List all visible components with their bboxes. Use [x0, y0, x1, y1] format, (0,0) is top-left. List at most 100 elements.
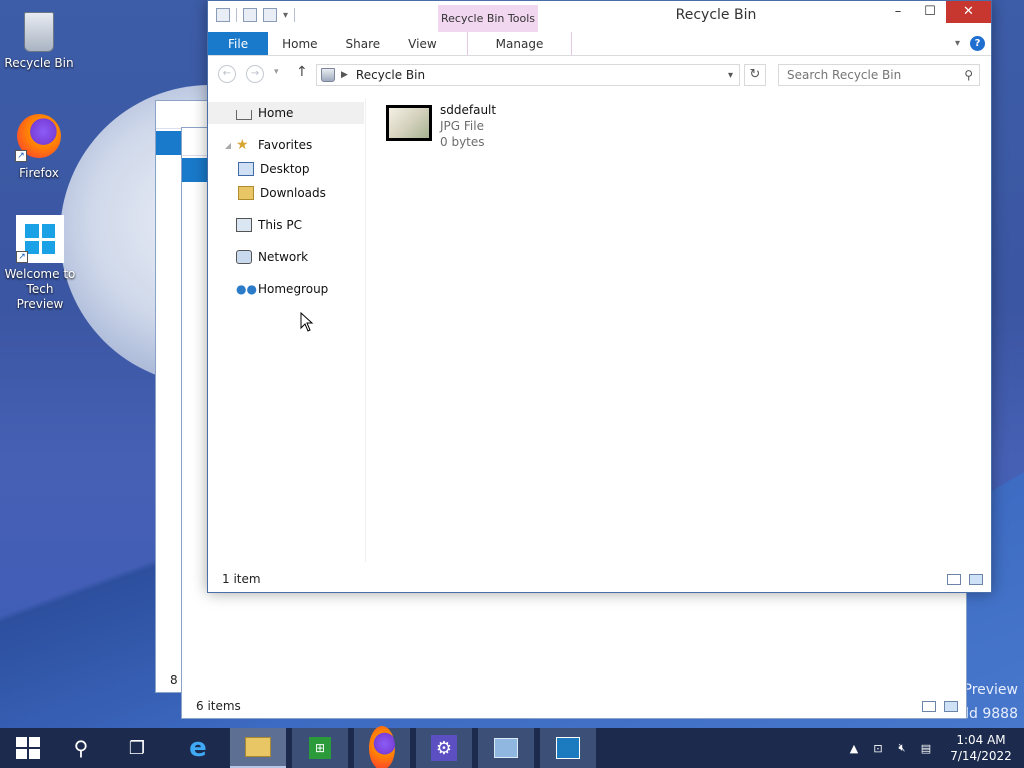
downloads-icon [238, 186, 254, 200]
taskbar-file-explorer[interactable] [230, 728, 286, 768]
nav-item-network[interactable]: Network [208, 246, 364, 268]
shortcut-arrow-icon: ↗ [15, 150, 27, 162]
action-center-icon[interactable]: ▤ [914, 742, 938, 755]
nav-item-home[interactable]: Home [208, 102, 364, 124]
taskbar: ⚲ ❐ e ⊞ ⚙ ▲ ⊡ 🔇︎ ▤ 1:04 AM 7/14/2022 [0, 726, 1024, 768]
volume-muted-icon[interactable]: 🔇︎ [890, 741, 914, 755]
status-text: 6 items [196, 699, 241, 713]
minimize-button[interactable]: – [882, 1, 914, 23]
nav-item-downloads[interactable]: Downloads [208, 182, 364, 204]
up-button[interactable]: ↑ [296, 64, 308, 80]
store-icon: ⊞ [309, 737, 331, 759]
explorer-window[interactable]: ▾ Recycle Bin Tools Recycle Bin – ☐ ✕ Fi… [207, 0, 992, 593]
window-title: Recycle Bin [675, 7, 757, 23]
address-field[interactable]: ▶ Recycle Bin ▾ [316, 64, 740, 86]
taskbar-internet-explorer[interactable]: e [170, 728, 226, 768]
item-count: 1 item [222, 572, 261, 586]
start-button[interactable] [0, 728, 56, 768]
desktop-icon-firefox[interactable]: ↗ Firefox [2, 114, 76, 181]
nav-item-desktop[interactable]: Desktop [208, 158, 364, 180]
tab-share[interactable]: Share [332, 32, 395, 55]
search-button[interactable]: ⚲ [53, 728, 109, 768]
task-view-icon: ❐ [128, 737, 146, 759]
desktop-icon-recycle-bin[interactable]: Recycle Bin [2, 8, 76, 71]
nav-item-homegroup[interactable]: ●● Homegroup [208, 278, 364, 300]
file-name: sddefault [440, 103, 497, 117]
star-icon: ★ [236, 137, 249, 153]
taskbar-store[interactable]: ⊞ [292, 728, 348, 768]
tab-view[interactable]: View [394, 32, 450, 55]
system-tray: ▲ ⊡ 🔇︎ ▤ 1:04 AM 7/14/2022 [842, 728, 1024, 768]
search-icon: ⚲ [73, 736, 89, 760]
clock[interactable]: 1:04 AM 7/14/2022 [938, 732, 1024, 764]
taskbar-firefox[interactable] [354, 726, 410, 768]
taskbar-control-panel[interactable] [478, 728, 534, 768]
nav-label: Network [258, 250, 309, 264]
tab-manage[interactable]: Manage [466, 32, 573, 55]
address-bar-row: ← → ▾ ↑ ▶ Recycle Bin ▾ ↻ ⚲ [208, 56, 991, 92]
network-icon [236, 250, 252, 264]
expand-ribbon-icon[interactable]: ▾ [955, 38, 960, 49]
tab-file[interactable]: File [208, 32, 269, 55]
show-hidden-icons-icon[interactable]: ▲ [842, 742, 866, 755]
search-icon[interactable]: ⚲ [964, 68, 973, 82]
clock-date: 7/14/2022 [950, 749, 1012, 763]
file-type: JPG File [440, 119, 484, 133]
nav-label: Homegroup [258, 282, 329, 296]
file-explorer-icon [245, 737, 271, 757]
breadcrumb-recycle-bin[interactable]: Recycle Bin [356, 68, 425, 82]
file-list: sddefault JPG File 0 bytes [386, 102, 496, 150]
nav-item-favorites[interactable]: ◢ ★ Favorites [208, 134, 364, 156]
forward-button[interactable]: → [246, 65, 264, 83]
home-icon [236, 109, 252, 120]
desktop-icon-welcome[interactable]: ↗ Welcome to Tech Preview [2, 215, 78, 312]
details-view-icon[interactable] [922, 701, 936, 712]
large-icons-view-icon[interactable] [969, 574, 983, 585]
details-view-icon[interactable] [947, 574, 961, 585]
ribbon-tabs: File Home Share View Manage ▾ ? [208, 32, 991, 56]
internet-explorer-icon: e [189, 733, 207, 763]
breadcrumb-chevron-icon[interactable]: ▶ [341, 70, 348, 80]
large-icons-view-icon[interactable] [944, 701, 958, 712]
nav-label: Downloads [260, 186, 326, 200]
computer-icon [236, 218, 252, 232]
nav-label: This PC [258, 218, 302, 232]
search-box[interactable]: ⚲ [778, 64, 980, 86]
windows-logo-icon: ↗ [16, 215, 64, 263]
nav-label: Desktop [260, 162, 310, 176]
help-icon[interactable]: ? [970, 36, 985, 51]
nav-label: Home [258, 106, 294, 120]
maximize-button[interactable]: ☐ [914, 1, 946, 23]
task-view-button[interactable]: ❐ [109, 728, 165, 768]
back-button[interactable]: ← [218, 65, 236, 83]
close-button[interactable]: ✕ [946, 1, 991, 23]
file-size: 0 bytes [440, 135, 485, 149]
recycle-bin-small-icon [321, 68, 335, 82]
refresh-button[interactable]: ↻ [744, 64, 766, 86]
recent-locations-icon[interactable]: ▾ [274, 67, 279, 77]
homegroup-icon: ●● [236, 282, 257, 296]
collapse-arrow-icon[interactable]: ◢ [222, 141, 234, 150]
recycle-bin-icon [24, 12, 54, 52]
navigation-pane: Home ◢ ★ Favorites Desktop Downloads Thi… [208, 98, 366, 562]
desktop-icon-label: Firefox [19, 166, 59, 180]
status-bar: 1 item [208, 568, 991, 592]
shortcut-arrow-icon: ↗ [16, 251, 28, 263]
settings-icon: ⚙ [431, 735, 457, 761]
photos-icon [556, 737, 580, 759]
nav-item-this-pc[interactable]: This PC [208, 214, 364, 236]
firefox-icon: ↗ [15, 114, 63, 162]
address-dropdown-icon[interactable]: ▾ [728, 70, 733, 81]
title-bar[interactable]: ▾ Recycle Bin Tools Recycle Bin – ☐ ✕ [208, 1, 991, 33]
taskbar-settings[interactable]: ⚙ [416, 728, 472, 768]
desktop-icon-label: Recycle Bin [4, 56, 74, 70]
image-thumbnail [386, 105, 432, 141]
desktop-icon-label: Welcome to Tech Preview [4, 267, 76, 311]
tab-home[interactable]: Home [268, 32, 331, 55]
list-item[interactable]: sddefault JPG File 0 bytes [386, 102, 496, 150]
taskbar-photos[interactable] [540, 728, 596, 768]
network-status-icon[interactable]: ⊡ [866, 742, 890, 755]
control-panel-icon [494, 738, 518, 758]
nav-label: Favorites [258, 138, 313, 152]
search-input[interactable] [779, 68, 949, 82]
